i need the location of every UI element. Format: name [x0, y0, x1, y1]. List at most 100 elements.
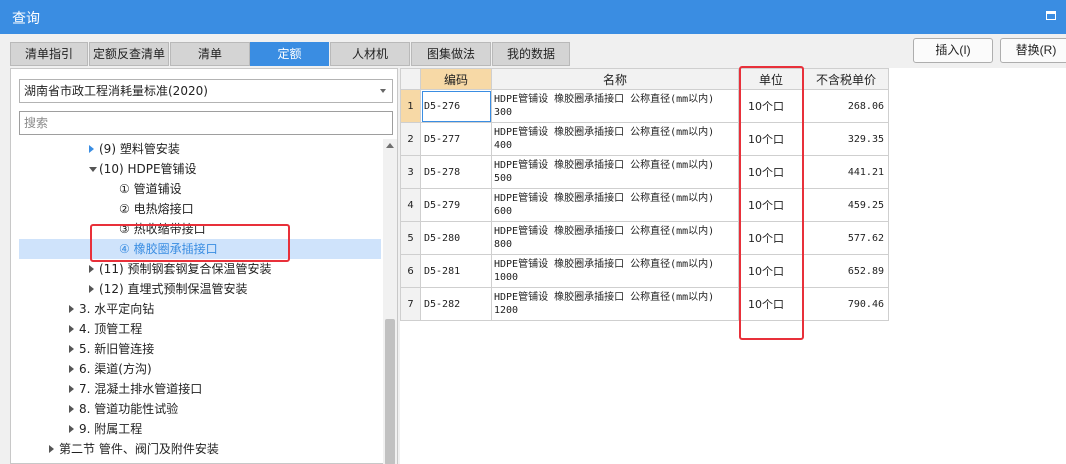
cell-name[interactable]: HDPE管铺设 橡胶圈承插接口 公称直径(mm以内) 400	[491, 122, 739, 156]
table-row[interactable]: 2 D5-277 HDPE管铺设 橡胶圈承插接口 公称直径(mm以内) 400 10个…	[400, 122, 889, 156]
chevron-right-icon[interactable]	[69, 325, 74, 333]
chevron-right-icon[interactable]	[69, 405, 74, 413]
tree-item-label: 4. 顶管工程	[79, 322, 143, 336]
cell-code[interactable]: D5-276	[420, 89, 492, 123]
scroll-up-icon[interactable]	[386, 143, 394, 148]
row-number[interactable]: 2	[400, 122, 421, 156]
cell-name[interactable]: HDPE管铺设 橡胶圈承插接口 公称直径(mm以内) 1000	[491, 254, 739, 288]
cell-price[interactable]: 329.35	[803, 122, 889, 156]
tree-item[interactable]: 4. 顶管工程	[19, 319, 381, 339]
cell-unit[interactable]: 10个口	[738, 254, 804, 288]
table-row[interactable]: 3 D5-278 HDPE管铺设 橡胶圈承插接口 公称直径(mm以内) 500 10个…	[400, 155, 889, 189]
table-row[interactable]: 4 D5-279 HDPE管铺设 橡胶圈承插接口 公称直径(mm以内) 600 10个…	[400, 188, 889, 222]
insert-button[interactable]: 插入(I)	[913, 38, 993, 63]
cell-unit[interactable]: 10个口	[738, 122, 804, 156]
chevron-right-icon[interactable]	[49, 445, 54, 453]
tab-4[interactable]: 人材机	[330, 42, 410, 66]
window-title: 查询	[12, 11, 40, 27]
column-header-unit[interactable]: 单位	[738, 68, 804, 90]
tree-item[interactable]: 9. 附属工程	[19, 419, 381, 439]
cell-price[interactable]: 459.25	[803, 188, 889, 222]
results-panel: 编码 名称 单位 不含税单价 1 D5-276 HDPE管铺设 橡胶圈承插接口 公称…	[400, 68, 1066, 464]
tree-item-label: 7. 混凝土排水管道接口	[79, 382, 203, 396]
tree-item-label: ② 电热熔接口	[119, 202, 194, 216]
tree-item[interactable]: ② 电热熔接口	[19, 199, 381, 219]
cell-code[interactable]: D5-280	[420, 221, 492, 255]
tree-item-label: 5. 新旧管连接	[79, 342, 155, 356]
row-number[interactable]: 6	[400, 254, 421, 288]
table-row[interactable]: 5 D5-280 HDPE管铺设 橡胶圈承插接口 公称直径(mm以内) 800 10个…	[400, 221, 889, 255]
column-header-code[interactable]: 编码	[420, 68, 492, 90]
cell-price[interactable]: 268.06	[803, 89, 889, 123]
cell-price[interactable]: 577.62	[803, 221, 889, 255]
tree-item[interactable]: (11) 预制钢套钢复合保温管安装	[19, 259, 381, 279]
chevron-down-icon[interactable]	[89, 167, 97, 172]
cell-code[interactable]: D5-282	[420, 287, 492, 321]
row-number[interactable]: 4	[400, 188, 421, 222]
cell-unit[interactable]: 10个口	[738, 155, 804, 189]
row-number[interactable]: 5	[400, 221, 421, 255]
tree-scrollbar[interactable]	[383, 139, 397, 464]
tab-5[interactable]: 图集做法	[411, 42, 491, 66]
tree-item[interactable]: 6. 渠道(方沟)	[19, 359, 381, 379]
chevron-right-icon[interactable]	[69, 365, 74, 373]
cell-price[interactable]: 790.46	[803, 287, 889, 321]
chevron-right-icon[interactable]	[69, 345, 74, 353]
scrollbar-thumb[interactable]	[385, 319, 395, 464]
tree-item[interactable]: 3. 水平定向钻	[19, 299, 381, 319]
cell-code[interactable]: D5-281	[420, 254, 492, 288]
tree-item-label: 3. 水平定向钻	[79, 302, 155, 316]
cell-code[interactable]: D5-278	[420, 155, 492, 189]
cell-name[interactable]: HDPE管铺设 橡胶圈承插接口 公称直径(mm以内) 500	[491, 155, 739, 189]
tab-1[interactable]: 定额反查清单	[89, 42, 169, 66]
tab-2[interactable]: 清单	[170, 42, 250, 66]
column-header-name[interactable]: 名称	[491, 68, 739, 90]
tab-6[interactable]: 我的数据	[492, 42, 570, 66]
cell-code[interactable]: D5-279	[420, 188, 492, 222]
chevron-right-icon[interactable]	[89, 265, 94, 273]
tab-3[interactable]: 定额	[250, 42, 329, 66]
title-bar: 查询	[0, 0, 1066, 34]
replace-button[interactable]: 替换(R)	[1000, 38, 1066, 63]
table-row[interactable]: 6 D5-281 HDPE管铺设 橡胶圈承插接口 公称直径(mm以内) 1000 10…	[400, 254, 889, 288]
chevron-right-icon[interactable]	[89, 145, 94, 153]
cell-unit[interactable]: 10个口	[738, 287, 804, 321]
search-input[interactable]	[19, 111, 393, 135]
tree-item[interactable]: (10) HDPE管铺设	[19, 159, 381, 179]
chevron-right-icon[interactable]	[89, 285, 94, 293]
tree-item[interactable]: ③ 热收缩带接口	[19, 219, 381, 239]
tree-item[interactable]: 第二节 管件、阀门及附件安装	[19, 439, 381, 459]
cell-unit[interactable]: 10个口	[738, 221, 804, 255]
tree-item[interactable]: 5. 新旧管连接	[19, 339, 381, 359]
tree-item[interactable]: (9) 塑料管安装	[19, 139, 381, 159]
cell-unit[interactable]: 10个口	[738, 89, 804, 123]
cell-unit[interactable]: 10个口	[738, 188, 804, 222]
column-header-price[interactable]: 不含税单价	[803, 68, 889, 90]
tree-item[interactable]: (12) 直埋式预制保温管安装	[19, 279, 381, 299]
tree-item[interactable]: ① 管道铺设	[19, 179, 381, 199]
left-panel: 湖南省市政工程消耗量标准(2020) (9) 塑料管安装 (10) HDPE管铺设…	[10, 68, 398, 464]
cell-name[interactable]: HDPE管铺设 橡胶圈承插接口 公称直径(mm以内) 800	[491, 221, 739, 255]
cell-name[interactable]: HDPE管铺设 橡胶圈承插接口 公称直径(mm以内) 600	[491, 188, 739, 222]
row-number[interactable]: 1	[400, 89, 421, 123]
cell-name[interactable]: HDPE管铺设 橡胶圈承插接口 公称直径(mm以内) 300	[491, 89, 739, 123]
table-row[interactable]: 7 D5-282 HDPE管铺设 橡胶圈承插接口 公称直径(mm以内) 1200 10…	[400, 287, 889, 321]
maximize-icon[interactable]	[1046, 11, 1056, 20]
chevron-right-icon[interactable]	[69, 305, 74, 313]
tree-item[interactable]: 8. 管道功能性试验	[19, 399, 381, 419]
row-number[interactable]: 3	[400, 155, 421, 189]
cell-price[interactable]: 652.89	[803, 254, 889, 288]
chevron-right-icon[interactable]	[69, 385, 74, 393]
chevron-right-icon[interactable]	[69, 425, 74, 433]
cell-price[interactable]: 441.21	[803, 155, 889, 189]
cell-name[interactable]: HDPE管铺设 橡胶圈承插接口 公称直径(mm以内) 1200	[491, 287, 739, 321]
tree-item[interactable]: ④ 橡胶圈承插接口	[19, 239, 381, 259]
tab-0[interactable]: 清单指引	[10, 42, 88, 66]
tree-item-label: ③ 热收缩带接口	[119, 222, 206, 236]
cell-code[interactable]: D5-277	[420, 122, 492, 156]
row-number[interactable]: 7	[400, 287, 421, 321]
table-row[interactable]: 1 D5-276 HDPE管铺设 橡胶圈承插接口 公称直径(mm以内) 300 10个…	[400, 89, 889, 123]
tree-item[interactable]: 7. 混凝土排水管道接口	[19, 379, 381, 399]
standard-select[interactable]: 湖南省市政工程消耗量标准(2020)	[19, 79, 393, 103]
table-header-row: 编码 名称 单位 不含税单价	[400, 68, 889, 90]
